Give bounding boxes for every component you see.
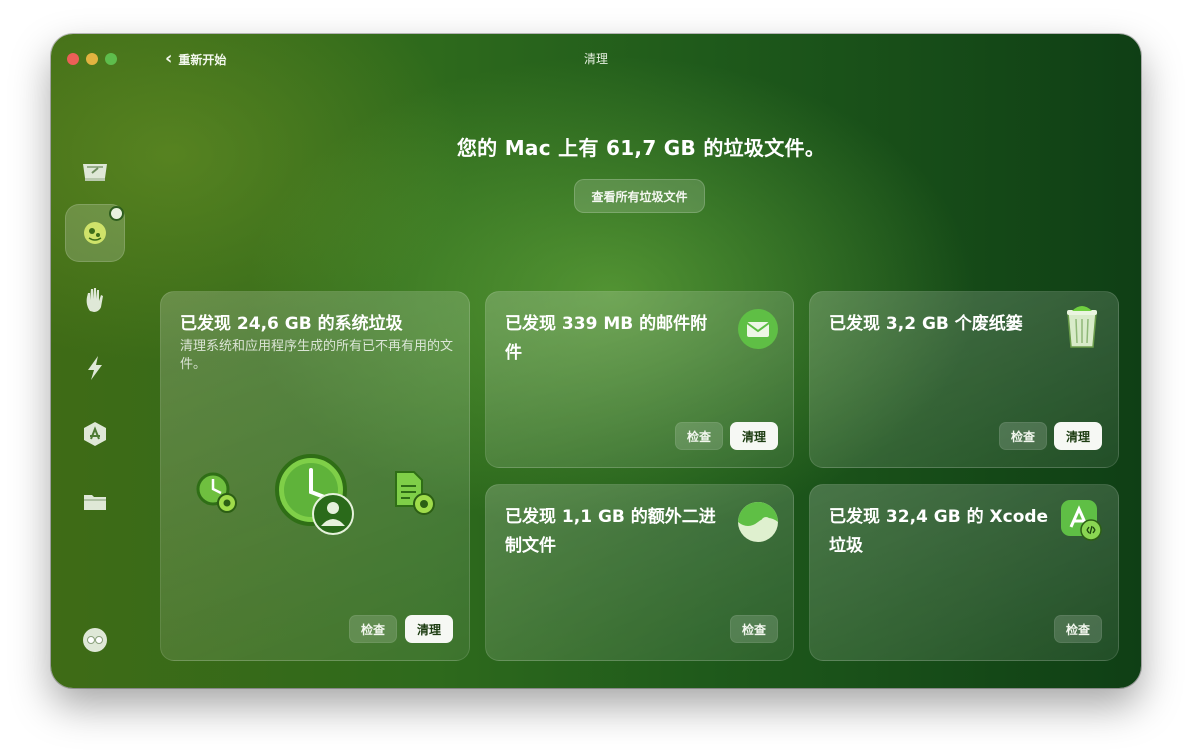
lightning-icon [88, 356, 102, 380]
page-title: 您的 Mac 上有 61,7 GB 的垃圾文件。 [456, 136, 826, 160]
window-title: 清理 [583, 52, 608, 66]
assistant-icon [83, 628, 107, 652]
shield-virus-icon [84, 222, 106, 244]
binaries-icon [736, 500, 780, 544]
card-extra-binaries: 已发现 1,1 GB 的额外二进 制文件 检查 [485, 484, 794, 661]
card-title-line-2: 制文件 [505, 536, 556, 556]
clean-button[interactable]: 清理 [1054, 422, 1102, 450]
inspect-button[interactable]: 检查 [1054, 615, 1102, 643]
mail-icon [736, 307, 780, 351]
app-window: ‹ 重新开始 清理 您的 Mac 上有 61,7 GB 的垃圾文件。 查看所有垃… [51, 34, 1141, 688]
sidebar-item-privacy[interactable] [65, 272, 125, 328]
card-title: 已发现 339 MB 的邮件附 件 [505, 310, 707, 368]
card-mail-attachments: 已发现 339 MB 的邮件附 件 检查 清理 [485, 291, 794, 468]
disk-icon [83, 164, 107, 181]
card-title: 已发现 32,4 GB 的 Xcode 垃圾 [829, 503, 1048, 561]
document-gear-icon [391, 467, 439, 519]
clean-button[interactable]: 清理 [405, 615, 453, 643]
inspect-button[interactable]: 检查 [675, 422, 723, 450]
trash-bin-icon [1062, 304, 1102, 352]
card-title: 已发现 1,1 GB 的额外二进 制文件 [505, 503, 716, 561]
card-title: 已发现 24,6 GB 的系统垃圾 [180, 314, 403, 334]
inspect-button[interactable]: 检查 [349, 615, 397, 643]
inspect-button[interactable]: 检查 [999, 422, 1047, 450]
card-trash: 已发现 3,2 GB 个废纸篓 检查 清理 [809, 291, 1119, 468]
card-description: 清理系统和应用程序生成的所有已不再有用的文件。 [180, 339, 454, 372]
card-title-line-1: 已发现 339 MB 的邮件附 [505, 314, 708, 334]
folder-icon [84, 495, 106, 510]
notification-badge [111, 208, 122, 219]
card-title-line-2: 件 [505, 343, 522, 363]
xcode-icon [1058, 497, 1104, 543]
sidebar-item-files[interactable] [65, 474, 125, 530]
assistant-button[interactable] [65, 622, 125, 658]
app-store-icon [84, 422, 106, 446]
card-title-line-1: 已发现 32,4 GB 的 Xcode [829, 507, 1049, 527]
card-title-line-2: 垃圾 [829, 536, 863, 556]
clock-user-icon [271, 452, 361, 542]
inspect-button[interactable]: 检查 [730, 615, 778, 643]
card-title-line-1: 已发现 1,1 GB 的额外二进 [505, 507, 716, 527]
clean-button[interactable]: 清理 [730, 422, 778, 450]
sidebar-item-cleanup[interactable] [65, 204, 125, 262]
card-title: 已发现 3,2 GB 个废纸篓 [829, 314, 1023, 334]
view-all-junk-button[interactable]: 查看所有垃圾文件 [574, 179, 705, 213]
clock-gear-icon [191, 467, 243, 519]
card-xcode-junk: 已发现 32,4 GB 的 Xcode 垃圾 检查 [809, 484, 1119, 661]
sidebar-item-applications[interactable] [65, 406, 125, 462]
sidebar-item-speed[interactable] [65, 340, 125, 396]
hand-icon [86, 288, 103, 312]
card-system-junk: 已发现 24,6 GB 的系统垃圾 清理系统和应用程序生成的所有已不再有用的文件… [160, 291, 470, 661]
